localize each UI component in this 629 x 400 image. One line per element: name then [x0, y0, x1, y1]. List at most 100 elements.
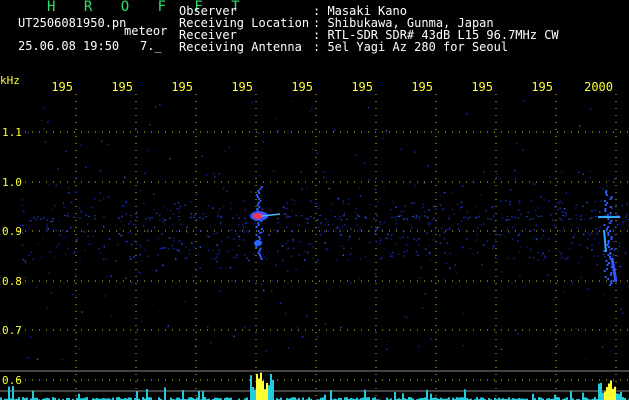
- noise-dot: [508, 218, 510, 220]
- noise-dot: [105, 258, 107, 260]
- noise-dot: [516, 142, 518, 145]
- noise-dot: [259, 175, 261, 177]
- noise-dot: [173, 248, 175, 250]
- signal-dot: [258, 198, 261, 200]
- noise-dot: [537, 240, 540, 243]
- noise-dot: [339, 231, 341, 233]
- noise-dot: [537, 251, 540, 254]
- noise-dot: [136, 243, 138, 245]
- noise-dot: [435, 208, 438, 211]
- noise-dot: [266, 258, 268, 260]
- noise-dot: [390, 255, 392, 257]
- noise-dot: [506, 228, 508, 231]
- noise-dot: [36, 286, 38, 289]
- noise-dot: [41, 256, 43, 259]
- x-tick-label: 195: [51, 80, 73, 94]
- noise-dot: [561, 171, 563, 173]
- noise-dot: [104, 295, 106, 297]
- noise-dot: [277, 222, 279, 224]
- noise-dot: [561, 219, 563, 221]
- signal-dot: [260, 258, 263, 260]
- noise-dot: [599, 211, 601, 213]
- noise-dot: [52, 218, 54, 220]
- noise-dot: [324, 323, 327, 325]
- noise-dot: [508, 231, 510, 234]
- noise-dot: [132, 304, 135, 307]
- noise-dot: [53, 257, 55, 259]
- noise-dot: [260, 283, 263, 286]
- noise-dot: [44, 141, 47, 143]
- signal-dot: [610, 248, 613, 250]
- noise-dot: [323, 176, 325, 179]
- signal-dot: [607, 246, 610, 248]
- noise-dot: [500, 234, 502, 236]
- noise-dot: [338, 227, 341, 230]
- noise-dot: [46, 230, 48, 232]
- signal-dot: [607, 242, 610, 244]
- noise-dot: [554, 219, 557, 221]
- noise-dot: [550, 213, 552, 216]
- noise-dot: [21, 198, 24, 201]
- noise-dot: [616, 224, 619, 226]
- noise-dot: [309, 200, 312, 202]
- noise-dot: [422, 203, 425, 205]
- spectrum-bar: [32, 390, 34, 400]
- noise-dot: [196, 193, 198, 196]
- noise-dot: [194, 310, 197, 313]
- noise-dot: [395, 219, 397, 222]
- noise-dot: [443, 278, 445, 280]
- noise-dot: [446, 228, 448, 231]
- noise-dot: [469, 247, 472, 250]
- noise-dot: [157, 237, 159, 240]
- noise-dot: [80, 210, 83, 212]
- noise-dot: [428, 244, 430, 247]
- noise-dot: [489, 233, 491, 236]
- noise-dot: [99, 170, 102, 172]
- noise-dot: [210, 225, 212, 227]
- noise-dot: [251, 101, 254, 103]
- noise-dot: [131, 281, 133, 284]
- noise-dot: [253, 253, 255, 256]
- signal-dot: [258, 254, 261, 256]
- noise-dot: [40, 119, 43, 122]
- noise-dot: [418, 216, 420, 218]
- noise-dot: [325, 218, 327, 220]
- noise-dot: [434, 228, 437, 231]
- noise-dot: [481, 223, 483, 226]
- noise-dot: [620, 308, 622, 310]
- noise-dot: [32, 258, 34, 260]
- noise-dot: [88, 215, 90, 217]
- noise-dot: [159, 247, 162, 250]
- noise-dot: [291, 230, 294, 233]
- spectrum-bar: [402, 393, 404, 400]
- noise-dot: [397, 253, 400, 255]
- noise-dot: [456, 203, 459, 206]
- noise-dot: [357, 214, 359, 217]
- noise-dot: [307, 218, 309, 220]
- signal-dot: [608, 222, 611, 224]
- noise-dot: [326, 221, 329, 224]
- noise-dot: [294, 200, 296, 202]
- noise-dot: [274, 119, 276, 121]
- noise-dot: [563, 227, 565, 230]
- noise-dot: [36, 242, 39, 245]
- noise-dot: [196, 270, 198, 272]
- noise-dot: [504, 235, 507, 238]
- noise-dot: [453, 213, 455, 215]
- noise-dot: [337, 218, 340, 220]
- noise-dot: [432, 239, 435, 241]
- noise-dot: [550, 228, 553, 231]
- noise-dot: [175, 208, 178, 210]
- noise-dot: [163, 218, 165, 220]
- spectrum-bar: [146, 389, 148, 400]
- noise-dot: [475, 217, 477, 219]
- noise-dot: [178, 239, 180, 242]
- noise-dot: [369, 203, 372, 206]
- noise-dot: [563, 291, 565, 293]
- noise-dot: [210, 342, 212, 344]
- noise-dot: [381, 229, 383, 231]
- signal-dot: [607, 240, 610, 242]
- noise-dot: [560, 252, 562, 254]
- noise-dot: [368, 241, 371, 244]
- noise-dot: [73, 240, 75, 242]
